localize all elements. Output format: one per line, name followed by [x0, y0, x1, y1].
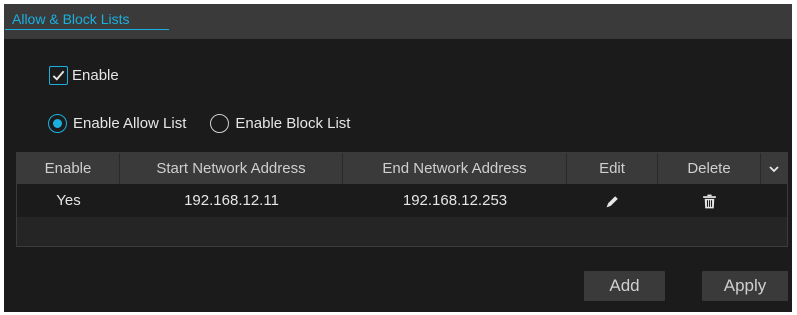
tab-bar: Allow & Block Lists — [4, 4, 792, 39]
radio-button[interactable] — [210, 113, 230, 133]
column-header-edit[interactable]: Edit — [567, 153, 658, 184]
chevron-down-icon — [769, 165, 779, 172]
column-header-start-address[interactable]: Start Network Address — [120, 153, 343, 184]
edit-button[interactable] — [604, 193, 621, 210]
delete-button[interactable] — [701, 193, 718, 210]
radio-label: Enable Block List — [235, 114, 351, 132]
enable-checkbox-row[interactable]: Enable — [49, 63, 119, 87]
allow-block-lists-panel: Allow & Block Lists Enable Enable Allow … — [4, 4, 792, 312]
column-header-enable[interactable]: Enable — [17, 153, 120, 184]
address-list-table: Enable Start Network Address End Network… — [16, 152, 788, 247]
cell-spacer — [761, 185, 787, 217]
radio-label: Enable Allow List — [73, 114, 187, 132]
radio-enable-block-list[interactable]: Enable Block List — [210, 113, 351, 133]
cell-enable: Yes — [56, 192, 81, 209]
radio-enable-allow-list[interactable]: Enable Allow List — [48, 113, 187, 133]
empty-table-row — [17, 217, 787, 246]
column-chooser-dropdown[interactable] — [761, 153, 787, 184]
trash-icon — [703, 194, 716, 208]
add-button[interactable]: Add — [584, 271, 665, 301]
radio-button-selected[interactable] — [48, 113, 67, 133]
cell-start-address: 192.168.12.11 — [184, 192, 279, 209]
tab-allow-block-lists[interactable]: Allow & Block Lists — [4, 4, 137, 39]
enable-checkbox[interactable] — [49, 65, 68, 85]
column-header-delete[interactable]: Delete — [658, 153, 761, 184]
enable-checkbox-label: Enable — [72, 66, 119, 84]
pencil-icon — [606, 195, 618, 207]
cell-end-address: 192.168.12.253 — [402, 192, 508, 209]
cell-delete — [658, 185, 761, 217]
apply-button[interactable]: Apply — [702, 271, 788, 301]
list-mode-radio-group: Enable Allow List Enable Block List — [48, 111, 374, 135]
active-tab-underline — [5, 29, 169, 30]
table-row[interactable]: Yes 192.168.12.11 192.168.12.253 — [17, 185, 787, 217]
checkmark-icon — [52, 70, 65, 81]
column-header-end-address[interactable]: End Network Address — [343, 153, 567, 184]
table-header: Enable Start Network Address End Network… — [17, 153, 787, 184]
cell-edit — [567, 185, 658, 217]
